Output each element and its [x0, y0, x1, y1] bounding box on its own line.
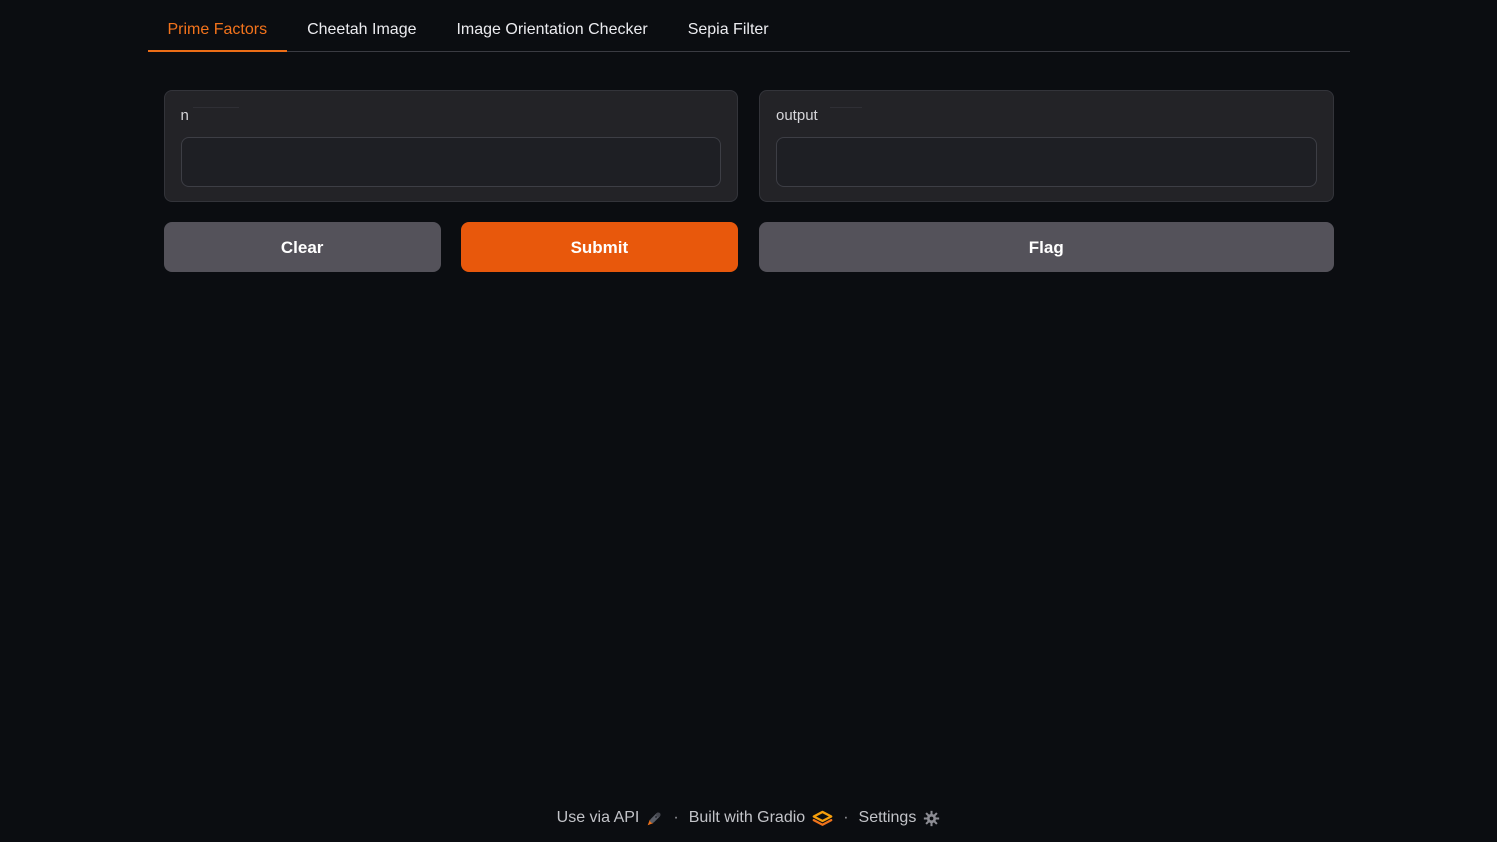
output-column: output Flag: [759, 90, 1334, 272]
settings-link[interactable]: Settings: [859, 809, 941, 827]
use-via-api-label: Use via API: [557, 809, 640, 827]
output-card: output: [759, 90, 1334, 202]
input-column: n Clear Submit: [164, 90, 739, 272]
io-row: n Clear Submit output: [164, 90, 1334, 272]
settings-label: Settings: [859, 809, 917, 827]
tab-bar: Prime Factors Cheetah Image Image Orient…: [148, 0, 1350, 52]
footer-separator: ·: [843, 809, 848, 827]
built-with-gradio-label: Built with Gradio: [689, 809, 806, 827]
footer-separator: ·: [673, 809, 678, 827]
tab-image-orientation-checker[interactable]: Image Orientation Checker: [436, 10, 667, 52]
n-input[interactable]: [181, 137, 722, 187]
output-label: output: [776, 107, 1317, 125]
tab-cheetah-image[interactable]: Cheetah Image: [287, 10, 436, 52]
input-label-text: n: [181, 107, 189, 124]
tab-prime-factors[interactable]: Prime Factors: [148, 10, 288, 52]
gradio-app: Prime Factors Cheetah Image Image Orient…: [148, 0, 1350, 799]
tab-content-prime-factors: n Clear Submit output: [148, 52, 1350, 272]
action-button-row: Clear Submit: [164, 222, 739, 272]
use-via-api-link[interactable]: Use via API: [557, 809, 664, 827]
flag-button-row: Flag: [759, 222, 1334, 272]
tab-sepia-filter[interactable]: Sepia Filter: [668, 10, 789, 52]
output-label-text: output: [776, 107, 818, 124]
input-card: n: [164, 90, 739, 202]
output-field[interactable]: [776, 137, 1317, 187]
submit-button[interactable]: Submit: [461, 222, 738, 272]
clear-button[interactable]: Clear: [164, 222, 441, 272]
flag-button[interactable]: Flag: [759, 222, 1334, 272]
footer: Use via API · Built with Gradio · Settin…: [0, 799, 1497, 842]
built-with-gradio-link[interactable]: Built with Gradio: [689, 809, 834, 827]
label-underline-artifact: [193, 107, 239, 108]
rocket-icon: [646, 810, 663, 827]
gear-icon: [923, 810, 940, 827]
input-label: n: [181, 107, 722, 125]
gradio-logo-icon: [812, 810, 833, 827]
label-underline-artifact: [830, 107, 862, 108]
